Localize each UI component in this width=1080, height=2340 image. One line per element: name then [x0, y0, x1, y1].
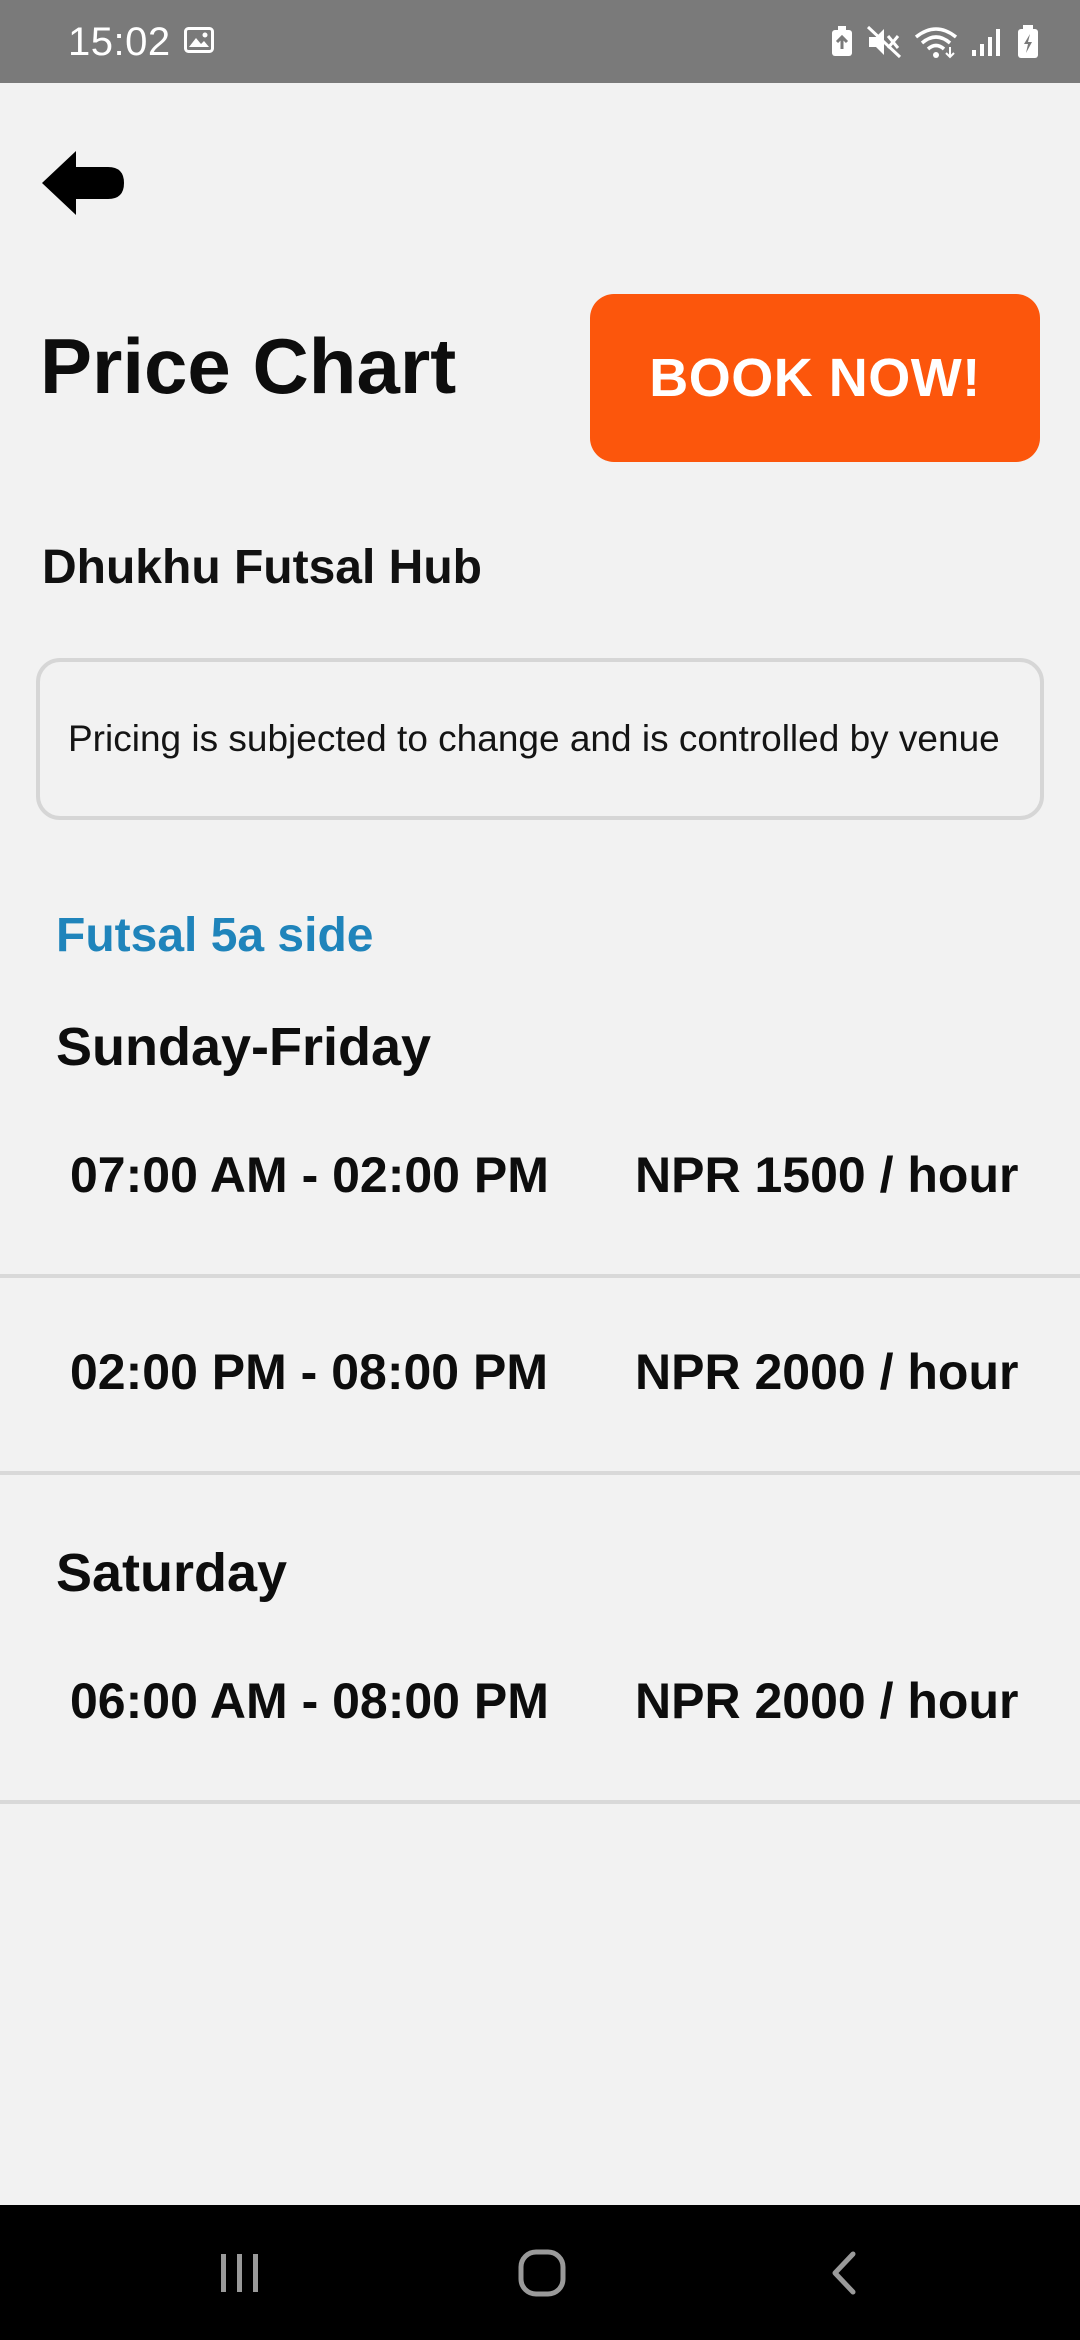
- slot-price: NPR 2000 / hour: [635, 1673, 1019, 1729]
- book-now-button[interactable]: BOOK NOW!: [590, 294, 1040, 462]
- recent-apps-button[interactable]: [160, 2205, 320, 2340]
- navigation-bar: [0, 2205, 1080, 2340]
- status-icons: [830, 22, 1040, 62]
- battery-charging-icon: [1018, 25, 1038, 58]
- divider: [0, 1274, 1080, 1278]
- home-button[interactable]: [462, 2205, 622, 2340]
- slot-time: 07:00 AM - 02:00 PM: [70, 1147, 549, 1203]
- recent-apps-icon: [221, 2253, 258, 2292]
- status-time: 15:02: [68, 20, 171, 64]
- price-row: 07:00 AM - 02:00 PM NPR 1500 / hour: [0, 1140, 1080, 1210]
- slot-price: NPR 2000 / hour: [635, 1344, 1019, 1400]
- divider: [0, 1471, 1080, 1475]
- arrow-left-icon: [42, 151, 124, 215]
- divider: [0, 1800, 1080, 1804]
- mute-icon: [866, 25, 902, 59]
- status-bar: 15:02: [0, 0, 1080, 83]
- venue-name: Dhukhu Futsal Hub: [42, 541, 482, 594]
- battery-saver-icon: [832, 26, 852, 56]
- slot-time: 02:00 PM - 08:00 PM: [70, 1344, 548, 1400]
- price-row: 06:00 AM - 08:00 PM NPR 2000 / hour: [0, 1666, 1080, 1736]
- day-heading-saturday: Saturday: [56, 1543, 288, 1603]
- signal-icon: [972, 29, 1000, 56]
- page-title: Price Chart: [40, 322, 457, 410]
- pricing-notice: Pricing is subjected to change and is co…: [36, 658, 1044, 820]
- slot-price: NPR 1500 / hour: [635, 1147, 1019, 1203]
- pricing-notice-text: Pricing is subjected to change and is co…: [68, 718, 1000, 759]
- slot-time: 06:00 AM - 08:00 PM: [70, 1673, 549, 1729]
- wifi-icon: [914, 27, 958, 59]
- home-icon: [518, 2249, 566, 2296]
- system-back-button[interactable]: [764, 2205, 924, 2340]
- price-row: 02:00 PM - 08:00 PM NPR 2000 / hour: [0, 1337, 1080, 1407]
- back-button[interactable]: [38, 140, 134, 226]
- back-icon: [832, 2251, 856, 2294]
- category-label: Futsal 5a side: [56, 909, 374, 962]
- gallery-icon: [184, 27, 214, 53]
- day-heading-sunday-friday: Sunday-Friday: [56, 1017, 432, 1077]
